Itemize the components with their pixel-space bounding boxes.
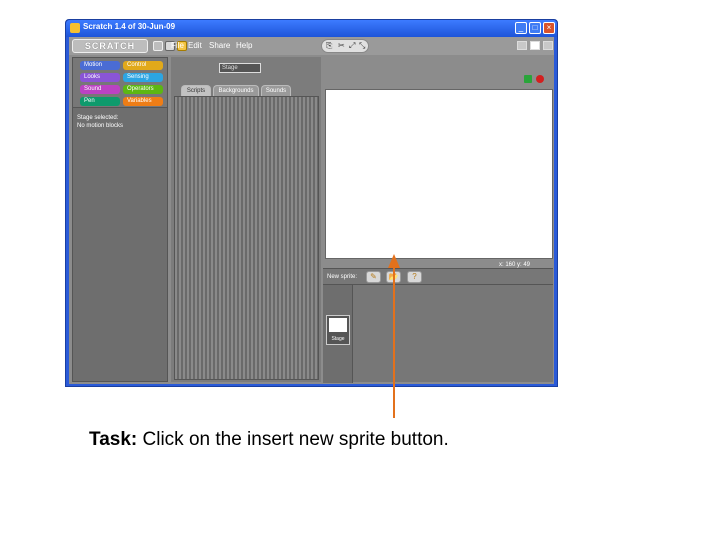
task-caption: Task: Click on the insert new sprite but… (89, 429, 449, 451)
arrow-head (388, 254, 400, 268)
task-text: Click on the insert new sprite button. (137, 429, 449, 450)
annotation-arrow (388, 254, 400, 418)
task-label: Task: (89, 429, 138, 450)
